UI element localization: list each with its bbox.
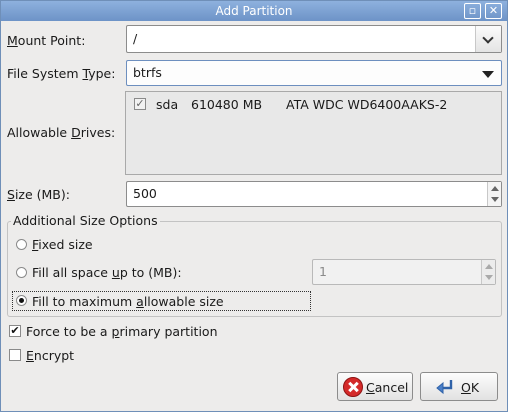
size-value[interactable]: 500 — [133, 186, 157, 201]
dialog-window: Add Partition ▫ ✕ Mount Point: / File Sy… — [0, 0, 508, 412]
spin-down-icon[interactable] — [491, 197, 499, 202]
size-spin-buttons[interactable] — [487, 182, 501, 206]
fill-upto-value[interactable]: 1 — [319, 264, 327, 279]
ok-button-label: OK — [461, 380, 480, 395]
title-bar[interactable]: Add Partition ▫ ✕ — [1, 1, 507, 21]
encrypt-label[interactable]: Encrypt — [26, 348, 74, 363]
primary-partition-checkbox[interactable]: ✔ — [9, 325, 21, 337]
fs-type-value: btrfs — [133, 65, 162, 80]
spin-up-icon[interactable] — [491, 186, 499, 191]
fill-max-radio[interactable] — [16, 295, 27, 306]
encrypt-checkbox[interactable] — [9, 349, 21, 361]
drive-checkbox[interactable]: ✓ — [134, 98, 146, 110]
size-spinbox[interactable]: 500 — [126, 181, 502, 207]
ok-icon — [436, 380, 453, 395]
window-title: Add Partition — [215, 4, 293, 18]
fill-upto-spin-buttons[interactable] — [481, 260, 495, 284]
mount-point-combo[interactable]: / — [126, 25, 502, 53]
spin-up-icon[interactable] — [485, 264, 493, 269]
ok-button[interactable]: OK — [420, 372, 498, 401]
mount-point-value[interactable]: / — [133, 31, 137, 46]
mount-point-dropdown-button[interactable] — [475, 26, 501, 52]
maximize-button[interactable]: ▫ — [464, 3, 481, 19]
fixed-size-radio[interactable] — [16, 239, 27, 250]
fs-type-label: File System Type: — [7, 66, 116, 81]
fill-upto-label[interactable]: Fill all space up to (MB): — [32, 265, 182, 280]
drive-name: sda — [156, 97, 179, 112]
fill-upto-radio[interactable] — [16, 267, 27, 278]
primary-partition-label[interactable]: Force to be a primary partition — [26, 324, 218, 339]
allowable-drives-label: Allowable Drives: — [7, 125, 116, 140]
fs-type-select[interactable]: btrfs — [126, 60, 502, 86]
close-button[interactable]: ✕ — [485, 3, 502, 19]
drive-size: 610480 MB — [191, 97, 263, 112]
close-icon: ✕ — [488, 4, 499, 17]
chevron-down-icon — [482, 32, 494, 44]
size-label: Size (MB): — [7, 187, 70, 202]
fill-max-label[interactable]: Fill to maximum allowable size — [32, 294, 224, 309]
maximize-icon: ▫ — [468, 4, 477, 17]
fixed-size-label[interactable]: Fixed size — [32, 237, 93, 252]
dropdown-arrow-icon — [482, 71, 494, 78]
drives-list[interactable]: ✓ sda 610480 MB ATA WDC WD6400AAKS-2 — [125, 91, 502, 175]
mount-point-label: Mount Point: — [7, 33, 86, 48]
cancel-button-label: Cancel — [366, 380, 409, 395]
fill-upto-spinbox[interactable]: 1 — [312, 259, 496, 285]
cancel-icon — [343, 377, 363, 397]
fs-type-dropdown-button[interactable] — [475, 61, 501, 85]
additional-size-options-title: Additional Size Options — [11, 213, 160, 228]
drive-model: ATA WDC WD6400AAKS-2 — [286, 97, 448, 112]
cancel-button[interactable]: Cancel — [337, 372, 413, 401]
spin-down-icon[interactable] — [485, 275, 493, 280]
